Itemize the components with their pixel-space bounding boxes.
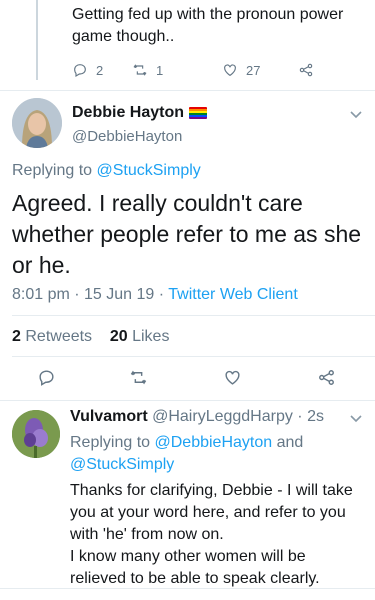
share-icon [299,63,313,77]
divider [12,315,375,316]
replying-to-link[interactable]: @StuckSimply [70,456,174,473]
avatar[interactable] [12,410,60,458]
replying-and: and [272,434,304,451]
reply-tweet-text: Thanks for clarifying, Debbie - I will t… [70,480,365,590]
replying-prefix: Replying to [12,162,97,179]
reply-paragraph: I know many other women will be relieved… [70,548,320,587]
share-icon [319,370,334,385]
share-button[interactable] [317,368,336,387]
share-button[interactable] [298,62,314,78]
divider [0,588,375,589]
rainbow-flag-icon [189,107,208,119]
main-tweet-actions [0,368,375,390]
tweet-text: Agreed. I really couldn't care whether p… [12,190,362,278]
retweets-count: 2 [12,328,21,345]
likes-label: Likes [132,328,170,345]
chevron-down-icon[interactable] [349,414,363,424]
display-name[interactable]: Vulvamort [70,408,148,425]
reply-button[interactable]: 2 [72,62,103,78]
display-name[interactable]: Debbie Hayton [72,104,208,122]
like-icon [225,370,240,385]
handle-and-time[interactable]: @HairyLeggdHarpy · 2s [152,408,324,425]
replying-to: Replying to @StuckSimply [12,162,201,180]
client-link[interactable]: Twitter Web Client [168,286,298,303]
user-handle[interactable]: @DebbieHayton [72,128,182,145]
likes-stat[interactable]: 20 Likes [110,328,170,345]
replying-to: Replying to @DebbieHayton and @StuckSimp… [70,432,360,476]
chevron-down-icon[interactable] [349,110,363,120]
tweet-meta: 8:01 pm · 15 Jun 19 · Twitter Web Client [12,286,298,304]
replying-prefix: Replying to [70,434,155,451]
retweet-button[interactable] [129,368,148,387]
reply-icon [39,370,54,386]
reply-header: Vulvamort @HairyLeggdHarpy · 2s [70,408,324,426]
divider [0,90,375,91]
reply-count: 2 [96,62,104,78]
like-button[interactable]: 27 [222,62,260,78]
avatar[interactable] [12,98,62,148]
like-icon [224,64,236,77]
replying-to-link[interactable]: @StuckSimply [97,162,201,179]
tweet-stats: 2 Retweets 20 Likes [12,328,169,346]
retweets-stat[interactable]: 2 Retweets [12,328,92,345]
reply-button[interactable] [37,368,56,387]
previous-tweet-text: Getting fed up with the pronoun power ga… [72,6,344,45]
reply-paragraph: Thanks for clarifying, Debbie - I will t… [70,482,353,543]
retweet-icon [133,64,147,76]
retweet-icon [130,370,147,385]
avatar-image [12,410,60,458]
like-button[interactable] [223,368,242,387]
timestamp: 8:01 pm · 15 Jun 19 · [12,286,169,303]
avatar-image [12,98,62,148]
divider [0,400,375,401]
likes-count: 20 [109,328,128,345]
replying-to-link[interactable]: @DebbieHayton [155,434,273,451]
retweets-label: Retweets [25,328,93,345]
previous-tweet-actions: 2 1 27 [72,62,332,82]
retweet-button[interactable]: 1 [132,62,163,78]
reply-icon [74,64,86,78]
like-count: 27 [246,62,261,78]
display-name-text: Debbie Hayton [72,104,185,121]
retweet-count: 1 [156,62,164,78]
thread-connector-line [36,0,38,80]
divider [12,356,375,357]
